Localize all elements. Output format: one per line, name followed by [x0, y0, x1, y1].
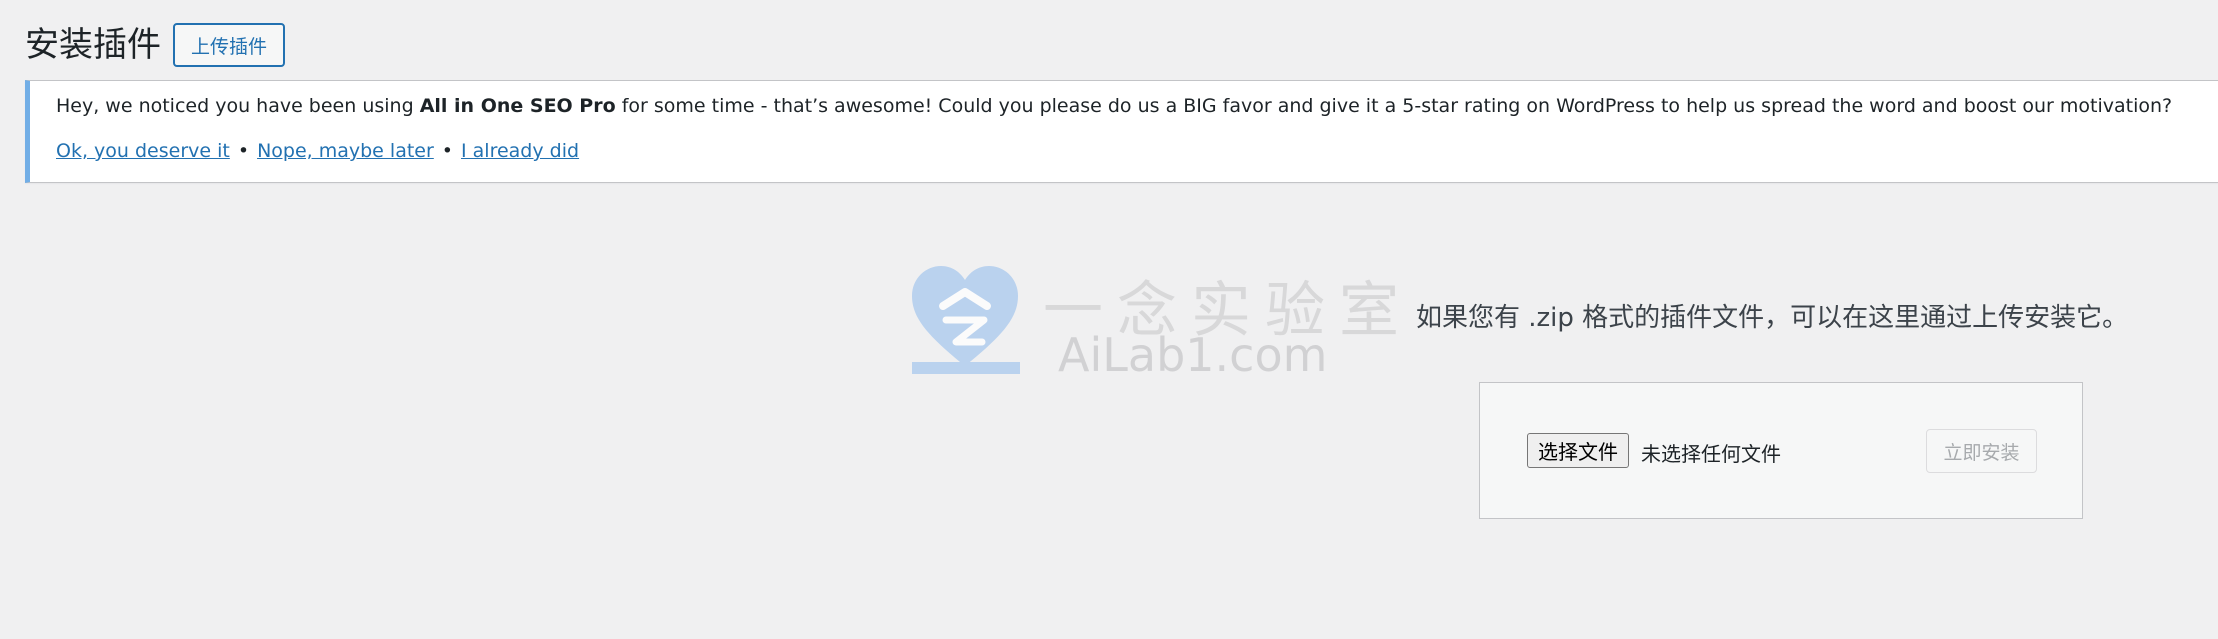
review-notice: Hey, we noticed you have been using All …	[25, 80, 2218, 183]
file-status-text: 未选择任何文件	[1641, 442, 1781, 466]
deserve-it-link[interactable]: Ok, you deserve it	[56, 140, 230, 162]
maybe-later-link[interactable]: Nope, maybe later	[257, 140, 434, 162]
choose-file-button[interactable]: 选择文件	[1527, 433, 1629, 468]
heart-logo-icon	[912, 266, 1020, 374]
install-now-button[interactable]: 立即安装	[1926, 429, 2037, 473]
link-separator: •	[237, 140, 250, 162]
already-did-link[interactable]: I already did	[461, 140, 579, 162]
notice-message-suffix: for some time - that’s awesome! Could yo…	[615, 95, 2173, 117]
notice-links: Ok, you deserve it • Nope, maybe later • I a…	[56, 140, 579, 162]
link-separator: •	[441, 140, 454, 162]
upload-description: 如果您有 .zip 格式的插件文件，可以在这里通过上传安装它。	[1416, 303, 2129, 333]
notice-message-prefix: Hey, we noticed you have been using	[56, 95, 420, 117]
notice-plugin-name: All in One SEO Pro	[419, 95, 616, 117]
watermark-text-en: AiLab1.com	[1058, 328, 1328, 382]
watermark: 一念实验室 AiLab1.com	[908, 262, 1399, 382]
upload-form: 选择文件 未选择任何文件 立即安装	[1479, 382, 2083, 519]
notice-message: Hey, we noticed you have been using All …	[56, 95, 2172, 117]
upload-plugin-button[interactable]: 上传插件	[173, 23, 286, 67]
page-header: 安装插件 上传插件	[25, 20, 286, 70]
page-title: 安装插件	[25, 25, 161, 65]
